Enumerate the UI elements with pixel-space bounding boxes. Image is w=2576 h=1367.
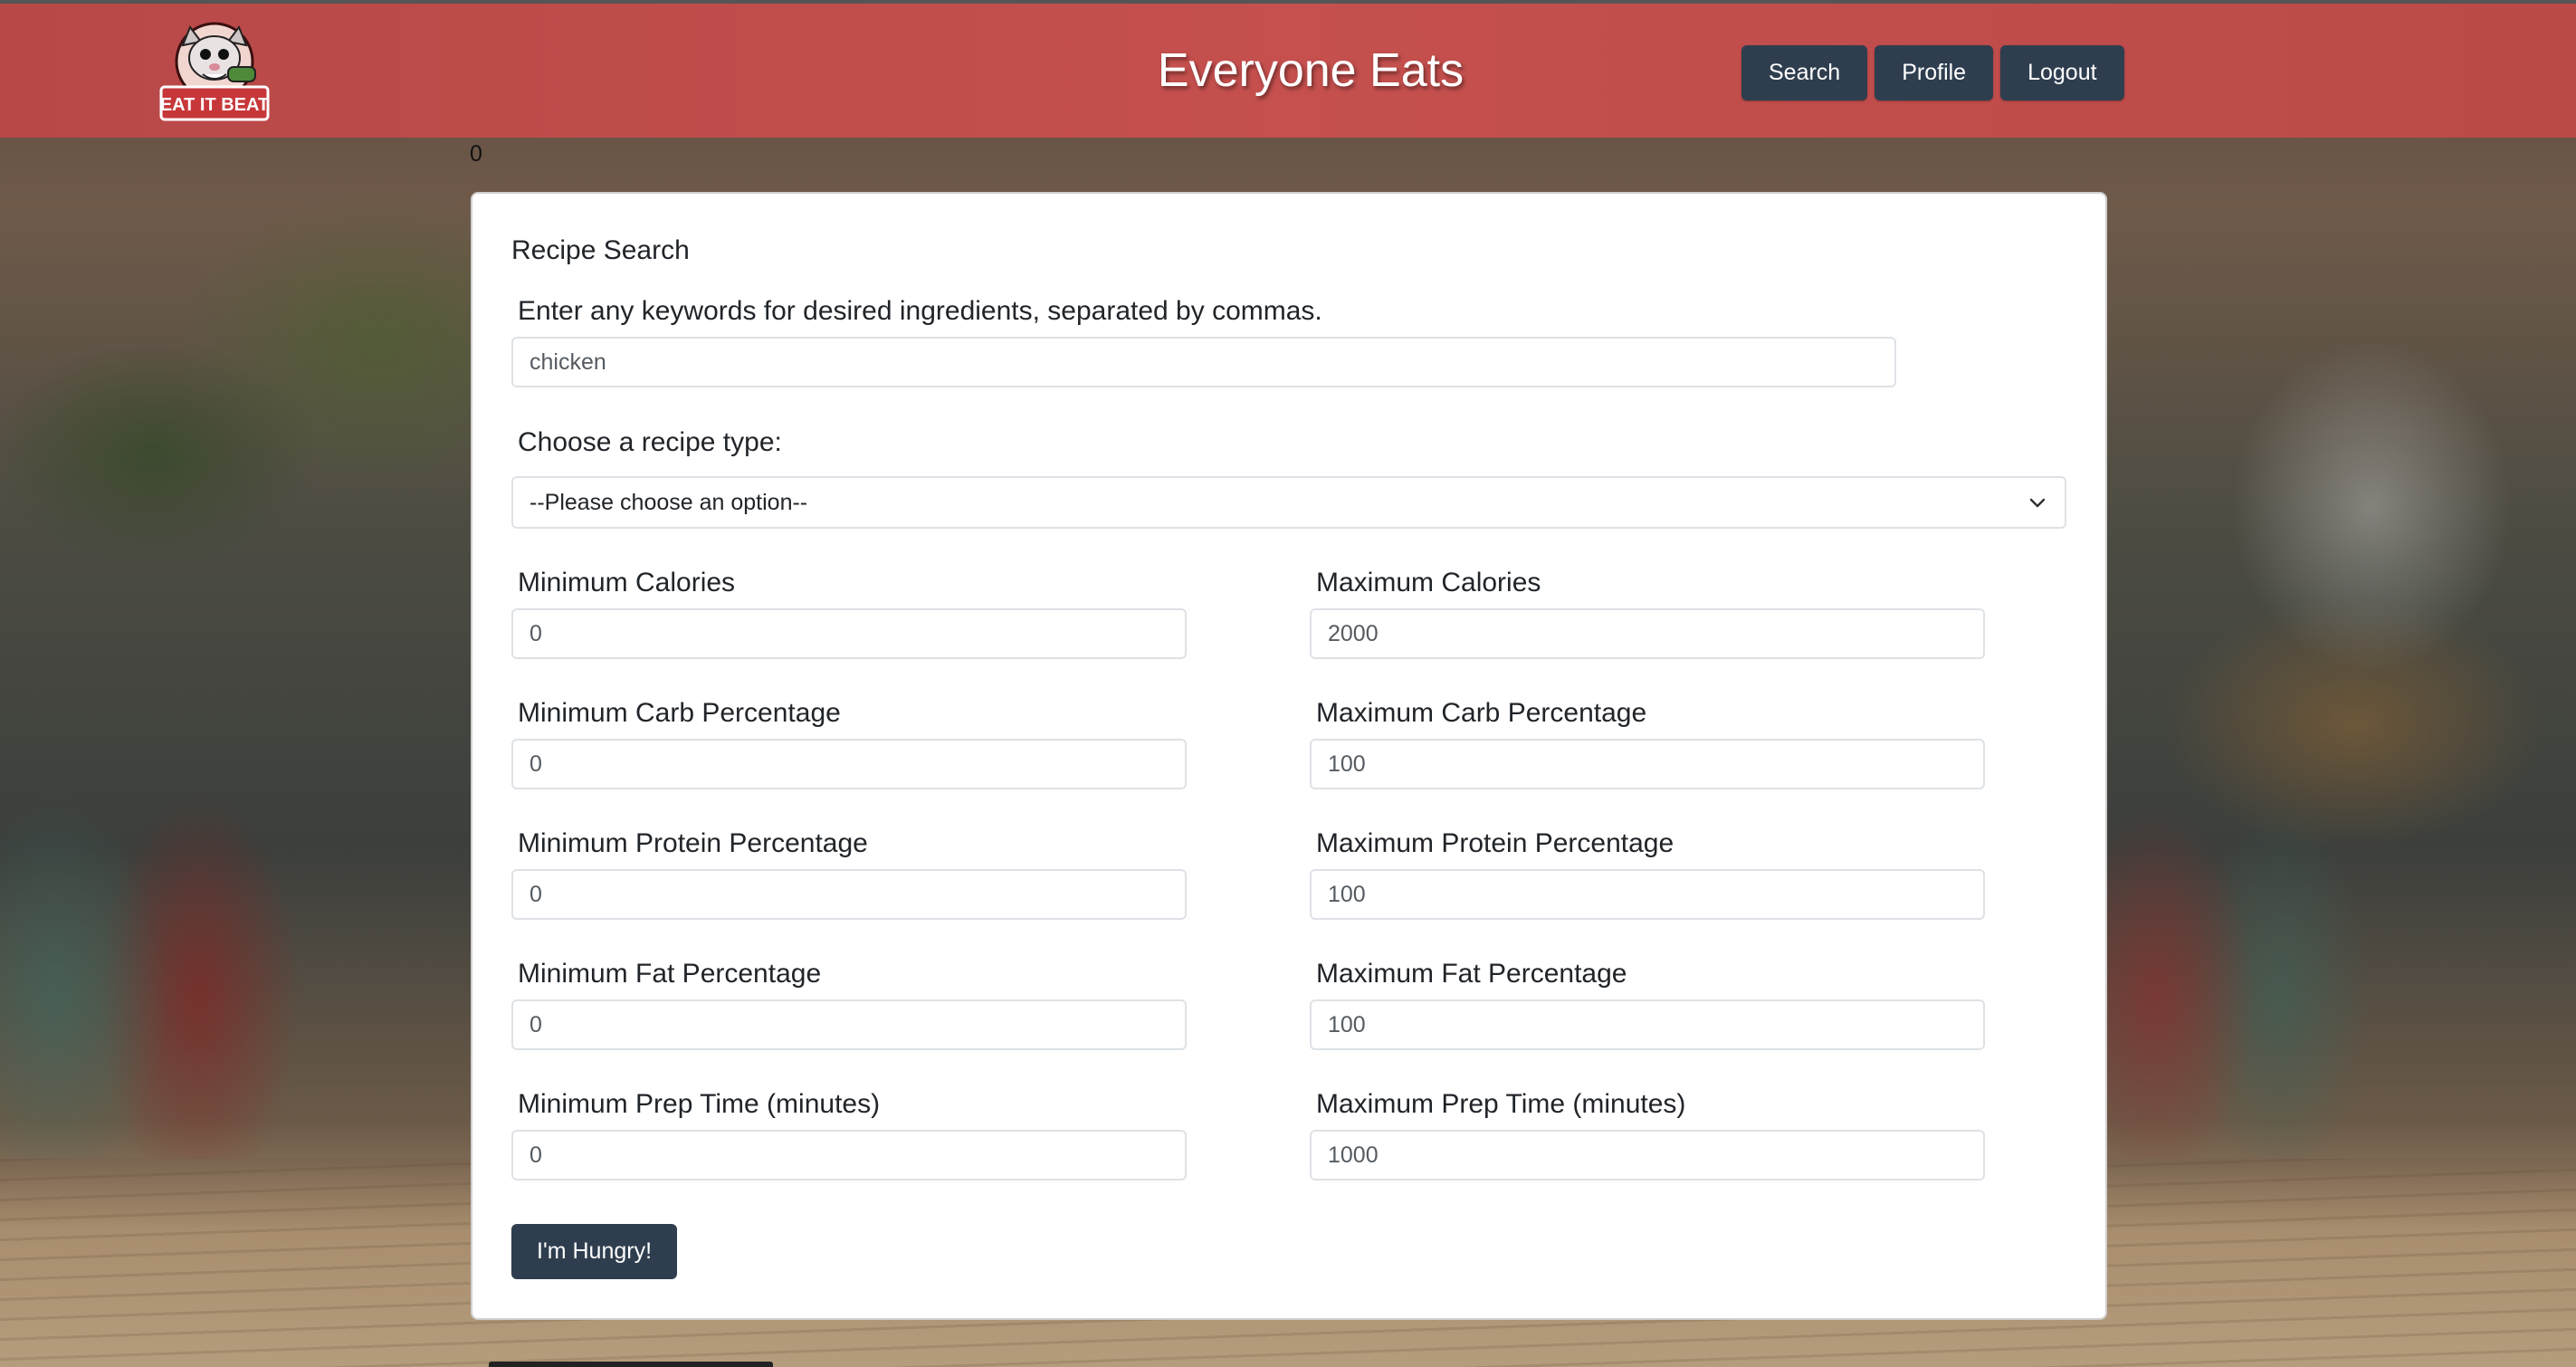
max-prep-label: Maximum Prep Time (minutes) xyxy=(1316,1089,1686,1119)
max-protein-input[interactable] xyxy=(1310,869,1985,920)
recipe-search-card: Recipe Search Enter any keywords for des… xyxy=(471,192,2107,1320)
chevron-down-icon xyxy=(2029,498,2046,508)
logo-text: EAT IT BEAT xyxy=(160,95,269,115)
min-carb-label: Minimum Carb Percentage xyxy=(518,698,841,728)
site-title: Everyone Eats xyxy=(1157,44,1465,97)
min-fat-input[interactable] xyxy=(511,999,1187,1050)
recipe-type-select[interactable]: --Please choose an option-- xyxy=(511,476,2066,529)
max-protein-label: Maximum Protein Percentage xyxy=(1316,828,1674,858)
recipe-type-selected: --Please choose an option-- xyxy=(530,489,808,515)
max-calories-input[interactable] xyxy=(1310,608,1985,659)
keywords-label: Enter any keywords for desired ingredien… xyxy=(518,296,1322,326)
min-prep-label: Minimum Prep Time (minutes) xyxy=(518,1089,881,1119)
min-carb-input[interactable] xyxy=(511,739,1187,789)
min-protein-input[interactable] xyxy=(511,869,1187,920)
min-prep-input[interactable] xyxy=(511,1130,1187,1181)
top-nav: Search Profile Logout xyxy=(1741,45,2124,100)
max-carb-input[interactable] xyxy=(1310,739,1985,789)
bottom-edge-element xyxy=(489,1362,773,1367)
keywords-input[interactable] xyxy=(511,337,1896,387)
search-button[interactable]: Search xyxy=(1741,45,1868,100)
logout-button[interactable]: Logout xyxy=(2000,45,2124,100)
min-calories-label: Minimum Calories xyxy=(518,568,736,597)
card-title: Recipe Search xyxy=(511,235,690,265)
result-counter: 0 xyxy=(470,141,482,167)
min-protein-label: Minimum Protein Percentage xyxy=(518,828,868,858)
profile-button[interactable]: Profile xyxy=(1875,45,1994,100)
max-fat-input[interactable] xyxy=(1310,999,1985,1050)
max-prep-input[interactable] xyxy=(1310,1130,1985,1181)
im-hungry-button[interactable]: I'm Hungry! xyxy=(511,1224,678,1279)
min-calories-input[interactable] xyxy=(511,608,1187,659)
max-calories-label: Maximum Calories xyxy=(1316,568,1541,597)
recipe-type-label: Choose a recipe type: xyxy=(518,427,782,457)
top-header: EAT IT BEAT Everyone Eats Search Profile… xyxy=(0,0,2576,138)
max-fat-label: Maximum Fat Percentage xyxy=(1316,959,1627,989)
max-carb-label: Maximum Carb Percentage xyxy=(1316,698,1647,728)
min-fat-label: Minimum Fat Percentage xyxy=(518,959,822,989)
